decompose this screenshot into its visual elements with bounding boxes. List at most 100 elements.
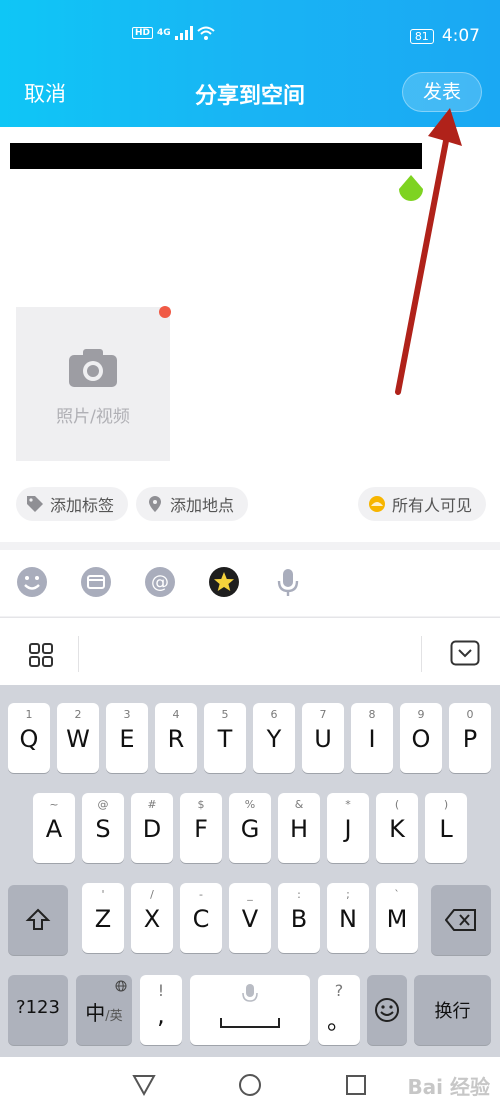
cell-signal-icon <box>174 26 193 40</box>
nav-bar: 取消 分享到空间 发表 <box>0 70 500 114</box>
key-sub-label: & <box>294 798 304 811</box>
key-s[interactable]: @ S <box>82 793 124 863</box>
add-photo-video-button[interactable]: 照片/视频 <box>16 306 171 461</box>
key-i[interactable]: 8I <box>351 703 393 773</box>
key-p[interactable]: 0P <box>449 703 491 773</box>
key-f[interactable]: $ F <box>180 793 222 863</box>
key-m[interactable]: ` M <box>376 883 418 953</box>
key-q[interactable]: 1Q <box>8 703 50 773</box>
keyboard-menu-grid-icon[interactable] <box>28 642 54 668</box>
key-main-label: J <box>344 815 352 843</box>
key-main-label: C <box>192 905 210 933</box>
key-sub-label: 5 <box>221 708 229 721</box>
home-circle-icon[interactable] <box>238 1073 262 1097</box>
key-main-label: S <box>95 815 111 843</box>
key-o[interactable]: 9O <box>400 703 442 773</box>
key-sub-label: % <box>244 798 256 811</box>
key-d[interactable]: # D <box>131 793 173 863</box>
key-b[interactable]: :B <box>278 883 320 953</box>
period-key-sub: ? <box>334 981 344 1000</box>
key-w[interactable]: 2W <box>57 703 99 773</box>
key-z[interactable]: ' Z <box>82 883 124 953</box>
template-card-icon[interactable] <box>80 566 112 598</box>
key-j[interactable]: * J <box>327 793 369 863</box>
key-main-label: I <box>368 725 376 753</box>
voice-input-icon <box>242 984 258 1002</box>
emoji-icon[interactable] <box>16 566 48 598</box>
tag-icon <box>27 496 43 512</box>
key-r[interactable]: 4R <box>155 703 197 773</box>
key-n[interactable]: ; N <box>327 883 369 953</box>
key-sub-label: _ <box>247 888 253 901</box>
key-main-label: R <box>167 725 185 753</box>
numeric-mode-label: ?123 <box>16 997 60 1018</box>
backspace-icon <box>445 909 476 931</box>
language-switch-key[interactable]: 中/英 <box>76 975 132 1045</box>
key-l[interactable]: ) L <box>425 793 467 863</box>
key-g[interactable]: % G <box>229 793 271 863</box>
status-bar: HD 4G 81 4:07 <box>0 24 500 52</box>
key-main-label: P <box>462 725 478 753</box>
period-key[interactable]: ? 。 <box>318 975 360 1045</box>
recents-square-icon[interactable] <box>344 1073 368 1097</box>
key-main-label: T <box>217 725 233 753</box>
redacted-text-input[interactable] <box>10 143 422 169</box>
key-u[interactable]: 7U <box>302 703 344 773</box>
key-sub-label: ( <box>394 798 400 811</box>
shift-key[interactable] <box>8 885 68 955</box>
kbbar-divider-left <box>78 636 79 672</box>
comma-key-main: , <box>157 1001 165 1029</box>
section-divider <box>0 542 500 550</box>
status-right: 81 4:07 <box>409 26 480 46</box>
key-a[interactable]: ~ A <box>33 793 75 863</box>
add-tag-chip[interactable]: 添加标签 <box>16 487 129 521</box>
post-editor[interactable]: 照片/视频 添加标签 添加地点 所有人可见 <box>0 127 500 542</box>
compose-toolbar: @ <box>0 550 500 616</box>
status-time: 4:07 <box>441 26 480 46</box>
key-k[interactable]: (K <box>376 793 418 863</box>
key-sub-label: 6 <box>270 708 278 721</box>
hide-keyboard-icon[interactable] <box>450 640 480 666</box>
watermark-logo: Bai 经验 <box>407 1075 490 1099</box>
visibility-chip[interactable]: 所有人可见 <box>358 487 487 521</box>
battery-icon: 81 <box>409 28 434 44</box>
add-location-chip[interactable]: 添加地点 <box>136 487 249 521</box>
system-navigation-bar: Bai 经验 <box>0 1057 500 1111</box>
key-x[interactable]: / X <box>131 883 173 953</box>
new-indicator-dot <box>159 306 171 318</box>
publish-button[interactable]: 发表 <box>402 72 482 112</box>
key-c[interactable]: -C <box>180 883 222 953</box>
key-main-label: Y <box>266 725 282 753</box>
back-triangle-icon[interactable] <box>132 1073 156 1097</box>
text-cursor-handle-icon[interactable] <box>397 175 425 203</box>
space-key[interactable] <box>190 975 310 1045</box>
microphone-icon[interactable] <box>272 566 304 598</box>
key-sub-label: 9 <box>417 708 425 721</box>
key-sub-label: 8 <box>368 708 376 721</box>
key-v[interactable]: _ V <box>229 883 271 953</box>
emoji-key[interactable] <box>367 975 407 1045</box>
key-h[interactable]: & H <box>278 793 320 863</box>
mention-icon[interactable]: @ <box>144 566 176 598</box>
key-sub-label: 3 <box>123 708 131 721</box>
numeric-mode-key[interactable]: ?123 <box>8 975 68 1045</box>
key-t[interactable]: 5T <box>204 703 246 773</box>
key-sub-label: # <box>147 798 157 811</box>
key-main-label: O <box>411 725 431 753</box>
backspace-key[interactable] <box>431 885 491 955</box>
enter-key[interactable]: 换行 <box>414 975 491 1045</box>
key-sub-label: ~ <box>49 798 59 811</box>
key-main-label: U <box>314 725 332 753</box>
key-e[interactable]: 3E <box>106 703 148 773</box>
key-sub-label: ' <box>101 888 105 901</box>
period-key-main: 。 <box>327 1007 351 1035</box>
key-main-label: H <box>289 815 309 843</box>
key-main-label: N <box>339 905 357 933</box>
star-sticker-icon[interactable] <box>208 566 240 598</box>
comma-key[interactable]: ! , <box>140 975 182 1045</box>
key-main-label: V <box>241 905 259 933</box>
key-y[interactable]: 6Y <box>253 703 295 773</box>
space-bar-icon <box>220 1018 280 1028</box>
key-sub-label: ) <box>443 798 449 811</box>
language-label: 中/英 <box>76 997 132 1026</box>
